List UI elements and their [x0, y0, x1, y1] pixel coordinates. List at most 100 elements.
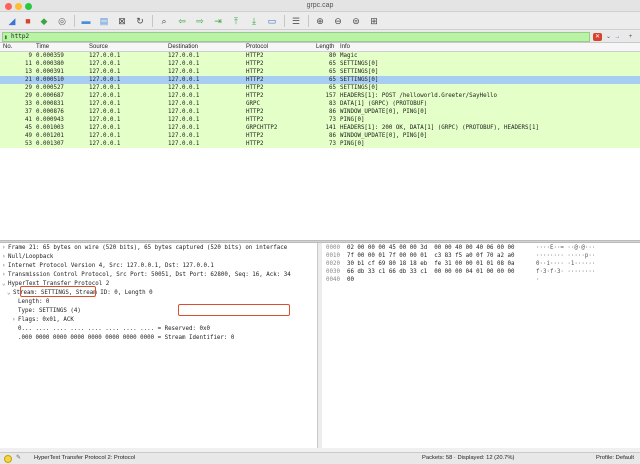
detail-tree-item[interactable]: › Frame 21: 65 bytes on wire (520 bits), …: [2, 244, 287, 253]
packet-bytes-pane[interactable]: 0000 02 00 00 00 45 00 00 3d 00 00 40 00…: [322, 243, 640, 448]
packet-row[interactable]: 53 0.001307 127.0.0.1 127.0.0.1 HTTP2 73 PING[…: [0, 140, 640, 148]
packet-time: 0.000380: [36, 61, 64, 67]
capture-options-icon[interactable]: ◎: [56, 15, 68, 27]
filter-dropdown-icon[interactable]: ⌄: [604, 33, 613, 41]
packet-destination: 127.0.0.1: [168, 93, 200, 99]
packet-row[interactable]: 29 0.000687 127.0.0.1 127.0.0.1 HTTP2 157 HEAD…: [0, 92, 640, 100]
expert-info-icon[interactable]: [4, 455, 12, 463]
detail-tree-item[interactable]: › Null/Loopback: [2, 253, 53, 262]
detail-tree-item[interactable]: .000 0000 0000 0000 0000 0000 0000 0000 …: [12, 334, 234, 343]
packet-length: 65: [329, 61, 336, 67]
status-bar: ✎ HyperText Transfer Protocol 2: Protoco…: [0, 452, 640, 464]
colorize-icon[interactable]: ☰: [290, 15, 302, 27]
auto-scroll-icon[interactable]: ▭: [266, 15, 278, 27]
hex-row[interactable]: 0000 02 00 00 00 45 00 00 3d 00 00 40 00…: [326, 244, 595, 252]
capture-comment-icon[interactable]: ✎: [16, 453, 21, 464]
clear-filter-icon[interactable]: ✕: [593, 33, 602, 41]
packet-destination: 127.0.0.1: [168, 77, 200, 83]
hex-row[interactable]: 0020 30 b1 cf 69 80 18 18 eb fe 31 00 00…: [326, 260, 595, 268]
resize-columns-icon[interactable]: ⊞: [368, 15, 380, 27]
zoom-in-icon[interactable]: ⊕: [314, 15, 326, 27]
toolbar-separator: [284, 15, 285, 27]
detail-tree-item[interactable]: Length: 0: [12, 298, 49, 307]
packet-row[interactable]: 49 0.001201 127.0.0.1 127.0.0.1 HTTP2 86 WINDO…: [0, 132, 640, 140]
normal-size-icon[interactable]: ⊜: [350, 15, 362, 27]
status-profile[interactable]: Profile: Default: [596, 453, 634, 464]
hex-row[interactable]: 0010 7f 00 00 01 7f 00 00 01 c3 83 f5 a0…: [326, 252, 595, 260]
add-filter-button-icon[interactable]: +: [626, 33, 635, 41]
packet-row[interactable]: 9 0.000359 127.0.0.1 127.0.0.1 HTTP2 80 Magic: [0, 52, 640, 60]
packet-details-pane[interactable]: .000 0000 0000 0000 0000 0000 0000 0000 …: [0, 243, 318, 448]
column-header-length[interactable]: Length: [316, 44, 334, 50]
toolbar-separator: [308, 15, 309, 27]
go-to-packet-icon[interactable]: ⇥: [212, 15, 224, 27]
packet-list[interactable]: 9 0.000359 127.0.0.1 127.0.0.1 HTTP2 80 Magic 1…: [0, 52, 640, 240]
last-packet-icon[interactable]: ⤓: [248, 15, 260, 27]
packet-source: 127.0.0.1: [89, 53, 121, 59]
detail-tree-item[interactable]: › Flags: 0x01, ACK: [12, 316, 74, 325]
reload-file-icon[interactable]: ↻: [134, 15, 146, 27]
packet-no: 29: [25, 93, 32, 99]
packet-row[interactable]: 29 0.000527 127.0.0.1 127.0.0.1 HTTP2 65 SETTI…: [0, 84, 640, 92]
first-packet-icon[interactable]: ⤒: [230, 15, 242, 27]
detail-tree-item[interactable]: 0... .... .... .... .... .... .... .... …: [12, 325, 210, 334]
packet-protocol: HTTP2: [246, 109, 264, 115]
open-file-icon[interactable]: ▬: [80, 15, 92, 27]
packet-no: 45: [25, 125, 32, 131]
packet-row[interactable]: 11 0.000380 127.0.0.1 127.0.0.1 HTTP2 65 SETTI…: [0, 60, 640, 68]
packet-row[interactable]: 13 0.000391 127.0.0.1 127.0.0.1 HTTP2 65 SETTI…: [0, 68, 640, 76]
column-header-time[interactable]: Time: [36, 44, 49, 50]
packet-destination: 127.0.0.1: [168, 109, 200, 115]
detail-tree-item[interactable]: Type: SETTINGS (4): [12, 307, 81, 316]
start-capture-icon[interactable]: ◢: [6, 15, 18, 27]
detail-text: Null/Loopback: [8, 254, 54, 260]
save-file-icon[interactable]: ▤: [98, 15, 110, 27]
column-header-protocol[interactable]: Protocol: [246, 44, 268, 50]
column-header-source[interactable]: Source: [89, 44, 108, 50]
hex-offset: 0020: [326, 261, 340, 267]
packet-no: 33: [25, 101, 32, 107]
packet-time: 0.000510: [36, 77, 64, 83]
main-toolbar: ◢ ■ ◆ ◎ ▬ ▤ ⊠ ↻ ⌕ ⇦ ⇨ ⇥ ⤒ ⤓ ▭ ☰ ⊕ ⊖ ⊜ ⊞: [0, 12, 640, 30]
toolbar-separator: [74, 15, 75, 27]
packet-protocol: HTTP2: [246, 117, 264, 123]
packet-source: 127.0.0.1: [89, 85, 121, 91]
packet-time: 0.000359: [36, 53, 64, 59]
bookmark-icon[interactable]: ▮: [4, 34, 8, 42]
column-header-destination[interactable]: Destination: [168, 44, 198, 50]
hex-offset: 0000: [326, 245, 340, 251]
packet-protocol: HTTP2: [246, 93, 264, 99]
zoom-out-icon[interactable]: ⊖: [332, 15, 344, 27]
find-packet-icon[interactable]: ⌕: [158, 15, 170, 27]
hex-row[interactable]: 0040 00 ·: [326, 276, 540, 284]
packet-row[interactable]: 33 0.000831 127.0.0.1 127.0.0.1 GRPC 83 DATA[1…: [0, 100, 640, 108]
detail-tree-item[interactable]: › Transmission Control Protocol, Src Port…: [2, 271, 291, 280]
packet-no: 9: [28, 53, 33, 59]
go-forward-icon[interactable]: ⇨: [194, 15, 206, 27]
packet-destination: 127.0.0.1: [168, 61, 200, 67]
packet-row[interactable]: 41 0.000943 127.0.0.1 127.0.0.1 HTTP2 73 PING[…: [0, 116, 640, 124]
packet-destination: 127.0.0.1: [168, 85, 200, 91]
display-filter-input[interactable]: ▮ http2: [2, 32, 590, 42]
packet-destination: 127.0.0.1: [168, 125, 200, 131]
stop-capture-icon[interactable]: ■: [22, 15, 34, 27]
close-file-icon[interactable]: ⊠: [116, 15, 128, 27]
restart-capture-icon[interactable]: ◆: [38, 15, 50, 27]
hex-row[interactable]: 0030 66 db 33 c1 66 db 33 c1 00 00 00 04…: [326, 268, 595, 276]
detail-text: 0... .... .... .... .... .... .... .... …: [18, 326, 210, 332]
packet-info: SETTINGS[0]: [340, 85, 379, 91]
detail-tree-item[interactable]: › Internet Protocol Version 4, Src: 127.0…: [2, 262, 214, 271]
packet-length: 141: [325, 125, 336, 131]
packet-row[interactable]: 21 0.000510 127.0.0.1 127.0.0.1 HTTP2 65 SETTI…: [0, 76, 640, 84]
packet-time: 0.000943: [36, 117, 64, 123]
packet-info: Magic: [340, 53, 358, 59]
packet-row[interactable]: 37 0.000876 127.0.0.1 127.0.0.1 HTTP2 86 WINDO…: [0, 108, 640, 116]
packet-no: 29: [25, 85, 32, 91]
hex-bytes: 66 db 33 c1 66 db 33 c1 00 00 00 04 01 0…: [346, 269, 515, 275]
apply-filter-icon[interactable]: →: [613, 33, 622, 41]
column-header-no[interactable]: No.: [3, 44, 12, 50]
column-header-info[interactable]: Info: [340, 44, 350, 50]
packet-source: 127.0.0.1: [89, 125, 121, 131]
packet-row[interactable]: 45 0.001003 127.0.0.1 127.0.0.1 GRPCHTTP2 141…: [0, 124, 640, 132]
go-back-icon[interactable]: ⇦: [176, 15, 188, 27]
